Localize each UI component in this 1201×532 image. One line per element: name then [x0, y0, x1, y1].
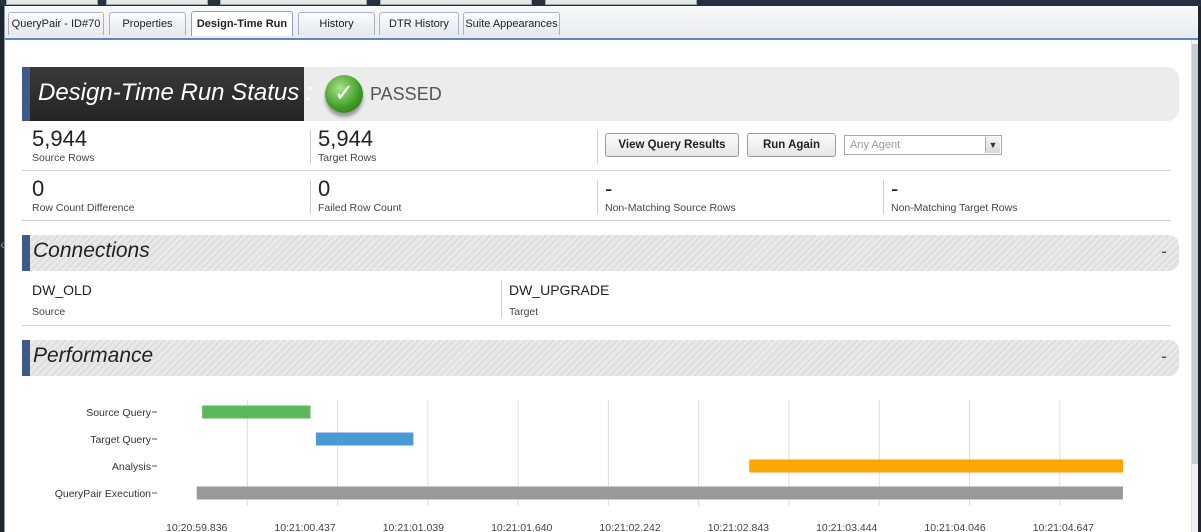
top-stub	[6, 0, 98, 5]
gantt-bar	[315, 432, 414, 446]
target-connection-value: DW_UPGRADE	[509, 282, 610, 298]
status-header: Design-Time Run Status : ✓ PASSED	[22, 67, 1179, 121]
status-result: PASSED	[370, 84, 442, 104]
view-query-results-button[interactable]: View Query Results	[605, 133, 739, 157]
x-tick-label: 10:21:02.843	[708, 522, 769, 532]
tab-querypair[interactable]: QueryPair - ID#70	[8, 12, 104, 35]
x-tick-label: 10:21:01.039	[383, 522, 444, 532]
divider	[883, 180, 884, 214]
divider	[597, 180, 598, 214]
gantt-bar	[202, 405, 311, 419]
source-rows-label: Source Rows	[32, 152, 95, 164]
tab-bar: QueryPair - ID#70 Properties Design-Time…	[5, 6, 1198, 39]
divider	[310, 130, 311, 164]
divider	[310, 180, 311, 214]
section-accent-bar	[22, 235, 30, 271]
non-matching-target-label: Non-Matching Target Rows	[891, 202, 1018, 214]
tab-history[interactable]: History	[298, 12, 375, 35]
agent-select[interactable]: Any Agent ▼	[844, 135, 1002, 155]
run-again-button[interactable]: Run Again	[747, 133, 836, 157]
source-connection-value: DW_OLD	[32, 282, 92, 298]
metric-target-rows: 5,944 Target Rows	[318, 126, 377, 165]
target-rows-value: 5,944	[318, 126, 374, 151]
check-circle-icon: ✓	[325, 75, 363, 113]
collapse-icon[interactable]: -	[1161, 241, 1167, 262]
gantt-bar	[196, 486, 1123, 500]
row-separator	[22, 170, 1171, 171]
row-separator	[22, 220, 1171, 221]
failed-row-count-label: Failed Row Count	[318, 202, 402, 214]
top-stub	[380, 0, 532, 5]
divider	[597, 130, 598, 164]
top-stub	[106, 0, 208, 5]
row-count-difference-value: 0	[32, 176, 45, 201]
y-axis-label: Source Query	[86, 407, 152, 419]
x-tick-label: 10:21:04.647	[1033, 522, 1094, 532]
target-rows-label: Target Rows	[318, 152, 377, 164]
top-stub	[220, 0, 367, 5]
y-axis-label: Analysis	[112, 461, 151, 473]
y-axis-label: Target Query	[90, 434, 151, 446]
tab-dtr-history[interactable]: DTR History	[379, 12, 459, 35]
performance-title: Performance	[33, 344, 154, 367]
row-count-difference-label: Row Count Difference	[32, 202, 135, 214]
top-stub	[545, 0, 697, 5]
status-title: Design-Time Run Status :	[38, 79, 313, 106]
x-tick-label: 10:21:03.444	[816, 522, 877, 532]
scrollbar-thumb[interactable]	[1192, 44, 1198, 464]
divider	[501, 280, 502, 318]
y-axis-label: QueryPair Execution	[55, 488, 151, 500]
row-separator	[22, 325, 1171, 326]
non-matching-source-value: -	[605, 176, 613, 201]
tab-underline	[5, 38, 1198, 40]
non-matching-source-label: Non-Matching Source Rows	[605, 202, 736, 214]
non-matching-target-value: -	[891, 176, 899, 201]
query-pair-window: QueryPair - ID#70 Properties Design-Time…	[4, 6, 1198, 532]
metric-row-count-difference: 0 Row Count Difference	[32, 176, 135, 215]
tab-design-time-run[interactable]: Design-Time Run	[191, 11, 293, 36]
section-accent-bar	[22, 340, 30, 376]
connections-title: Connections	[33, 239, 150, 262]
tab-suite-appearances[interactable]: Suite Appearances	[463, 12, 560, 35]
target-connection-label: Target	[509, 306, 539, 318]
performance-gantt-chart: Source Query Target Query Analysis QueryPai…	[55, 400, 1123, 532]
metric-non-matching-source: - Non-Matching Source Rows	[605, 176, 736, 215]
x-tick-label: 10:20:59.836	[166, 522, 227, 532]
source-rows-value: 5,944	[32, 126, 88, 151]
agent-select-value: Any Agent	[850, 139, 901, 151]
source-connection-label: Source	[32, 306, 66, 318]
x-tick-label: 10:21:01.640	[491, 522, 552, 532]
x-tick-label: 10:21:04.046	[924, 522, 985, 532]
chevron-down-icon[interactable]: ▼	[985, 137, 1000, 153]
metric-non-matching-target: - Non-Matching Target Rows	[891, 176, 1018, 215]
performance-header[interactable]: Performance -	[22, 340, 1179, 376]
gantt-bar	[749, 459, 1123, 473]
metric-failed-row-count: 0 Failed Row Count	[318, 176, 402, 215]
x-tick-label: 10:21:00.437	[274, 522, 335, 532]
status-title-box: Design-Time Run Status :	[22, 67, 313, 121]
collapse-icon[interactable]: -	[1161, 346, 1167, 367]
metric-source-rows: 5,944 Source Rows	[32, 126, 95, 165]
failed-row-count-value: 0	[318, 176, 331, 201]
tab-properties[interactable]: Properties	[109, 12, 186, 35]
connections-header[interactable]: Connections -	[22, 235, 1179, 271]
x-tick-label: 10:21:02.242	[599, 522, 660, 532]
